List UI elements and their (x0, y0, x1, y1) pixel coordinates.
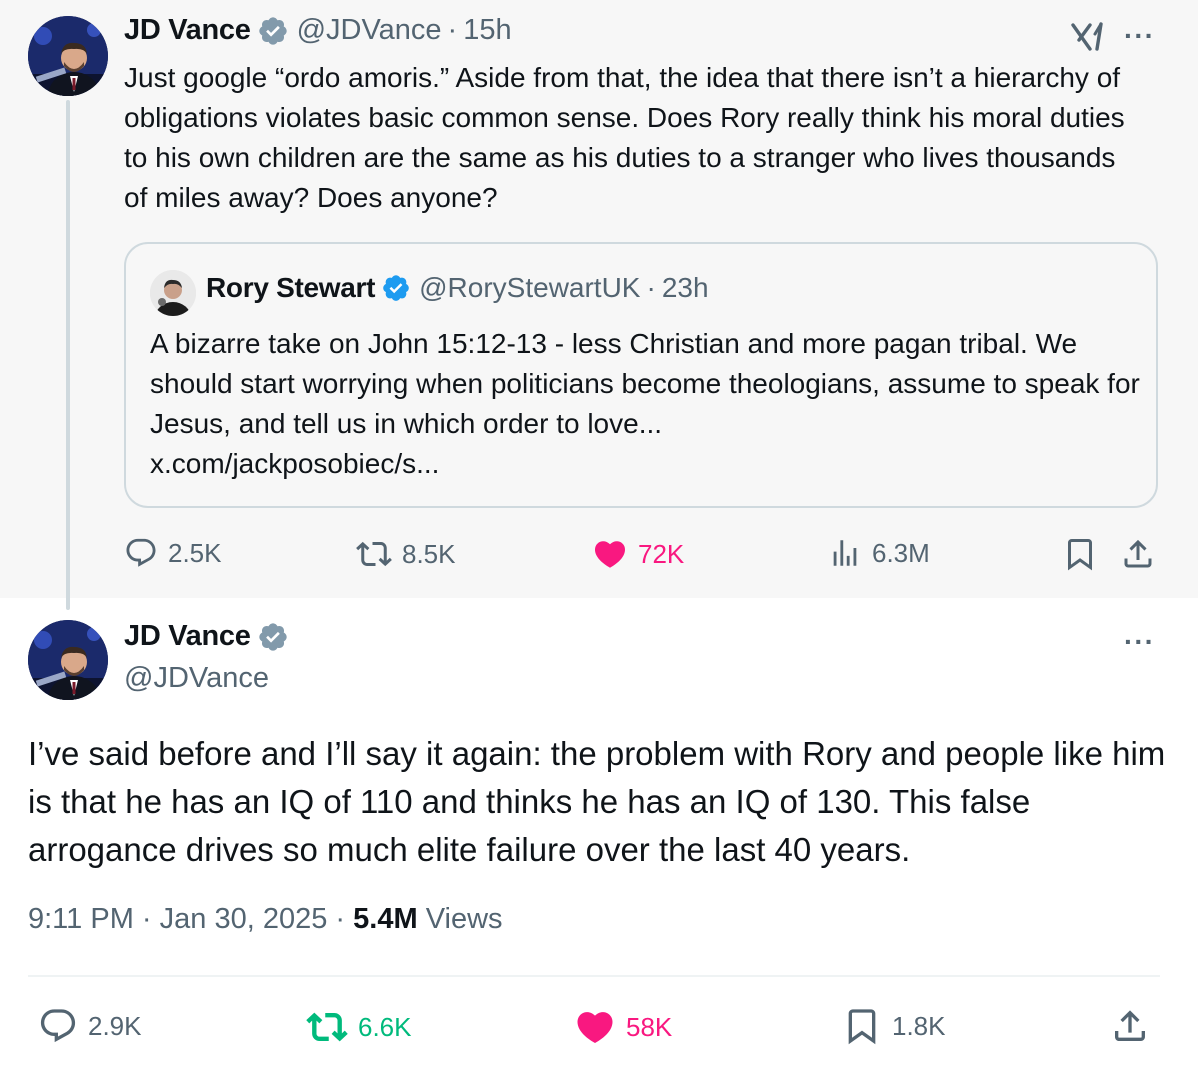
bookmark-icon (848, 1009, 876, 1045)
repost-button[interactable]: 8.5K (356, 536, 456, 572)
quote-header: Rory Stewart @RoryStewartUK · 23h (206, 272, 709, 304)
tweet-header: JD Vance (124, 620, 289, 653)
quote-link[interactable]: x.com/jackposobiec/s... (150, 444, 1150, 484)
separator: · (447, 14, 458, 46)
views-count: 5.4M (353, 903, 418, 935)
like-icon (594, 541, 626, 568)
more-icon[interactable]: ··· (1124, 626, 1155, 658)
author-handle[interactable]: @JDVance (297, 14, 442, 47)
bookmark-count: 1.8K (892, 1010, 946, 1041)
tweet-date[interactable]: Jan 30, 2025 (160, 903, 328, 935)
separator: · (646, 272, 656, 303)
views-icon (833, 540, 857, 566)
separator: · (141, 903, 152, 935)
like-icon (577, 1012, 613, 1044)
quote-timestamp[interactable]: 23h (662, 272, 709, 304)
views-label: Views (425, 903, 503, 935)
author-handle[interactable]: @JDVance (124, 662, 269, 695)
more-icon[interactable]: ··· (1124, 20, 1155, 52)
avatar[interactable] (28, 16, 108, 96)
divider (28, 975, 1160, 977)
author-name[interactable]: JD Vance (124, 14, 251, 47)
tweet-meta: 9:11 PM · Jan 30, 2025 · 5.4M Views (28, 903, 503, 936)
repost-icon (306, 1012, 348, 1042)
views-count: 6.3M (872, 537, 930, 568)
tweet-text: Just google “ordo amoris.” Aside from th… (124, 62, 1125, 213)
quote-text-block: A bizarre take on John 15:12-13 - less C… (150, 324, 1150, 484)
like-count: 72K (638, 538, 685, 569)
thread-line (66, 100, 70, 610)
bookmark-icon[interactable] (1062, 536, 1098, 577)
like-button[interactable]: 72K (592, 536, 684, 572)
reply-button[interactable]: 2.9K (38, 1006, 142, 1046)
reply-button[interactable]: 2.5K (124, 536, 222, 570)
grok-icon[interactable] (1070, 22, 1106, 57)
author-name[interactable]: JD Vance (124, 620, 251, 653)
quote-author-name[interactable]: Rory Stewart (206, 272, 375, 304)
verified-badge-icon[interactable] (257, 621, 289, 653)
avatar[interactable] (150, 270, 196, 316)
like-count: 58K (626, 1011, 673, 1042)
timestamp[interactable]: 15h (463, 14, 511, 47)
reply-count: 2.5K (168, 537, 222, 568)
views-button[interactable]: 6.3M (828, 536, 930, 570)
repost-icon (356, 541, 392, 567)
tweet-text: I’ve said before and I’ll say it again: … (28, 735, 1166, 868)
repost-count: 8.5K (402, 538, 456, 569)
bookmark-button[interactable]: 1.8K (842, 1006, 946, 1046)
parent-tweet[interactable]: JD Vance @JDVance · 15h ··· Just google … (0, 0, 1198, 610)
tweet-header: JD Vance @JDVance · 15h (124, 14, 512, 47)
repost-count: 6.6K (358, 1011, 412, 1042)
share-icon[interactable] (1110, 1006, 1150, 1051)
tweet-time[interactable]: 9:11 PM (28, 903, 134, 935)
repost-button[interactable]: 6.6K (306, 1006, 412, 1048)
quote-author-handle[interactable]: @RoryStewartUK (419, 272, 640, 304)
verified-badge-icon[interactable] (381, 273, 411, 303)
reply-icon (126, 538, 156, 567)
share-icon[interactable] (1120, 536, 1156, 577)
quoted-tweet[interactable]: Rory Stewart @RoryStewartUK · 23h A biza… (124, 242, 1158, 508)
verified-badge-icon[interactable] (257, 15, 289, 47)
separator: · (335, 903, 346, 935)
like-button[interactable]: 58K (574, 1006, 672, 1048)
quote-text: A bizarre take on John 15:12-13 - less C… (150, 328, 1140, 439)
reply-icon (40, 1009, 76, 1043)
reply-count: 2.9K (88, 1010, 142, 1041)
avatar[interactable] (28, 620, 108, 700)
